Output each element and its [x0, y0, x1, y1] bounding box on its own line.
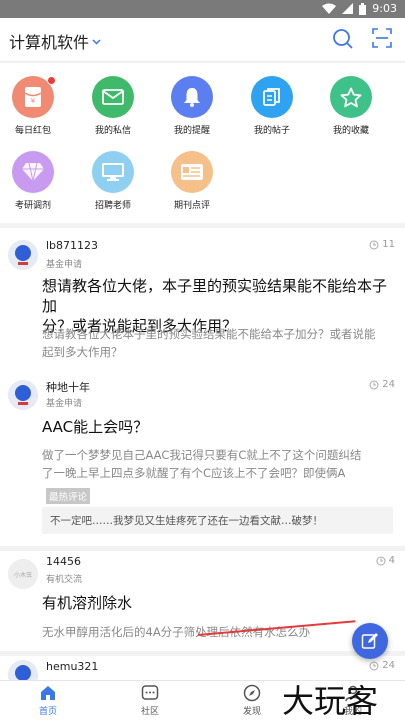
shortcut-label: 考研调剂 — [14, 201, 51, 211]
post-section: 基金申请 — [46, 260, 83, 270]
shortcut-label: 招聘老师 — [94, 201, 131, 211]
post-excerpt: 想请教各位大佬本子里的预实验结果能不能给本子加分？或者说能 起到多大作用？ — [42, 325, 393, 361]
shortcut-label: 每日红包 — [14, 126, 51, 136]
post-author[interactable]: hemu321 — [46, 660, 98, 673]
top-bar: 计算机软件 — [0, 18, 405, 62]
post-excerpt-line: 了一晚上早上四点多就醒了有个C应该上不了会吧？即使俩A — [42, 466, 346, 480]
post-title-line: 想请教各位大佬，本子里的预实验结果能不能给本子加 — [42, 277, 388, 315]
post-title-line: AAC能上会吗？ — [42, 418, 149, 436]
community-icon — [141, 685, 159, 700]
avatar[interactable] — [8, 240, 38, 270]
post-author[interactable]: 种地十年 — [46, 379, 90, 395]
post-section: 有机交流 — [46, 575, 83, 585]
shortcut-reminders[interactable]: 我的提醒 — [152, 76, 232, 136]
scan-button[interactable] — [372, 28, 396, 52]
shortcut-label: 我的帖子 — [253, 126, 290, 136]
svg-text:小木虫: 小木虫 — [14, 571, 32, 579]
post-card[interactable]: 小木虫 14456 有机交流 4 有机溶剂除水 无水甲醇用活化后的4A分子筛处理… — [0, 551, 405, 651]
tab-label: 发现 — [242, 707, 261, 717]
post-card[interactable]: 种地十年 基金申请 24 AAC能上会吗？ 做了一个梦梦见自己AAC我记得只要有… — [0, 368, 405, 546]
tab-label: 首页 — [38, 707, 57, 717]
reply-count: 11 — [369, 239, 395, 250]
battery-icon — [359, 2, 367, 15]
reply-count-value: 24 — [382, 379, 395, 390]
chevron-down-icon — [92, 37, 101, 48]
card-icon — [181, 164, 203, 180]
reply-count: 4 — [376, 555, 395, 566]
tab-label: 社区 — [140, 707, 159, 717]
svg-text:¥: ¥ — [31, 97, 36, 105]
hot-comment-tag: 最热评论 — [46, 488, 91, 504]
notification-dot — [47, 76, 56, 85]
default-avatar-icon — [8, 240, 38, 270]
red-packet-icon: ¥ — [24, 87, 42, 107]
reply-count: 24 — [369, 379, 395, 390]
diamond-icon — [22, 162, 44, 182]
clock-icon — [376, 556, 386, 565]
clock-icon — [369, 380, 379, 389]
post-excerpt: 做了一个梦梦见自己AAC我记得只要有C就上不了这个问题纠结 了一晚上早上四点多就… — [42, 446, 393, 482]
bell-icon — [184, 88, 200, 107]
post-author[interactable]: 14456 — [46, 555, 81, 568]
watermark-logo: 大玩客 — [282, 682, 379, 720]
post-title-line: 有机溶剂除水 — [42, 594, 133, 612]
post-title[interactable]: AAC能上会吗？ — [42, 417, 393, 437]
shortcut-journal-review[interactable]: 期刊点评 — [152, 151, 232, 211]
clock-icon — [369, 661, 379, 670]
post-excerpt-line: 想请教各位大佬本子里的预实验结果能不能给本子加分？或者说能 — [42, 327, 376, 341]
default-avatar-icon — [8, 380, 38, 410]
status-bar: 9:03 — [0, 0, 405, 18]
shortcut-label: 我的私信 — [94, 126, 131, 136]
signal-icon — [342, 3, 354, 14]
compass-icon — [243, 684, 261, 702]
search-icon — [333, 29, 353, 49]
shortcut-grid: ¥ 每日红包 我的私信 我的提醒 我的帖子 我的收藏 考研调剂 招聘老师 期刊点… — [0, 63, 405, 223]
posts-icon — [263, 88, 280, 106]
compose-button[interactable] — [352, 623, 388, 659]
post-section: 基金申请 — [46, 399, 83, 409]
wifi-icon — [322, 3, 337, 14]
post-excerpt-line: 做了一个梦梦见自己AAC我记得只要有C就上不了这个问题纠结 — [42, 448, 362, 462]
search-button[interactable] — [332, 28, 356, 52]
shortcut-my-posts[interactable]: 我的帖子 — [232, 76, 312, 136]
shortcut-label: 我的提醒 — [173, 126, 210, 136]
status-time: 9:03 — [372, 2, 397, 15]
edit-icon — [361, 633, 378, 649]
tab-home[interactable]: 首页 — [18, 684, 78, 717]
shortcut-recruit-teacher[interactable]: 招聘老师 — [73, 151, 153, 211]
reply-count: 24 — [369, 660, 395, 671]
home-icon — [41, 686, 55, 700]
mail-icon — [102, 89, 124, 105]
forum-selector[interactable]: 计算机软件 — [9, 29, 101, 53]
shortcut-label: 我的收藏 — [332, 126, 369, 136]
reply-count-value: 24 — [382, 660, 395, 671]
post-author[interactable]: lb871123 — [46, 239, 98, 252]
page-title: 计算机软件 — [9, 33, 90, 52]
avatar[interactable]: 小木虫 — [8, 559, 38, 589]
tab-community[interactable]: 社区 — [120, 684, 180, 717]
post-card[interactable]: lb871123 基金申请 11 想请教各位大佬，本子里的预实验结果能不能给本子… — [0, 228, 405, 368]
avatar[interactable] — [8, 380, 38, 410]
shortcut-label: 期刊点评 — [173, 201, 210, 211]
tab-discover[interactable]: 发现 — [222, 684, 282, 717]
shortcut-favorites[interactable]: 我的收藏 — [311, 76, 391, 136]
reply-count-value: 11 — [382, 239, 395, 250]
shortcut-daily-red-packet[interactable]: ¥ 每日红包 — [0, 76, 73, 136]
clock-icon — [369, 240, 379, 249]
star-icon — [340, 87, 362, 107]
scan-icon — [372, 28, 392, 48]
default-avatar-icon: 小木虫 — [8, 559, 38, 589]
hot-comment[interactable]: 不一定吧……我梦见又生娃疼死了还在一边看文献…破梦！ — [42, 507, 393, 534]
shortcut-grad-transfer[interactable]: 考研调剂 — [0, 151, 73, 211]
reply-count-value: 4 — [388, 555, 395, 566]
shortcut-messages[interactable]: 我的私信 — [73, 76, 153, 136]
post-excerpt-line: 起到多大作用？ — [42, 345, 123, 359]
monitor-icon — [102, 163, 124, 181]
post-title[interactable]: 有机溶剂除水 — [42, 593, 393, 613]
